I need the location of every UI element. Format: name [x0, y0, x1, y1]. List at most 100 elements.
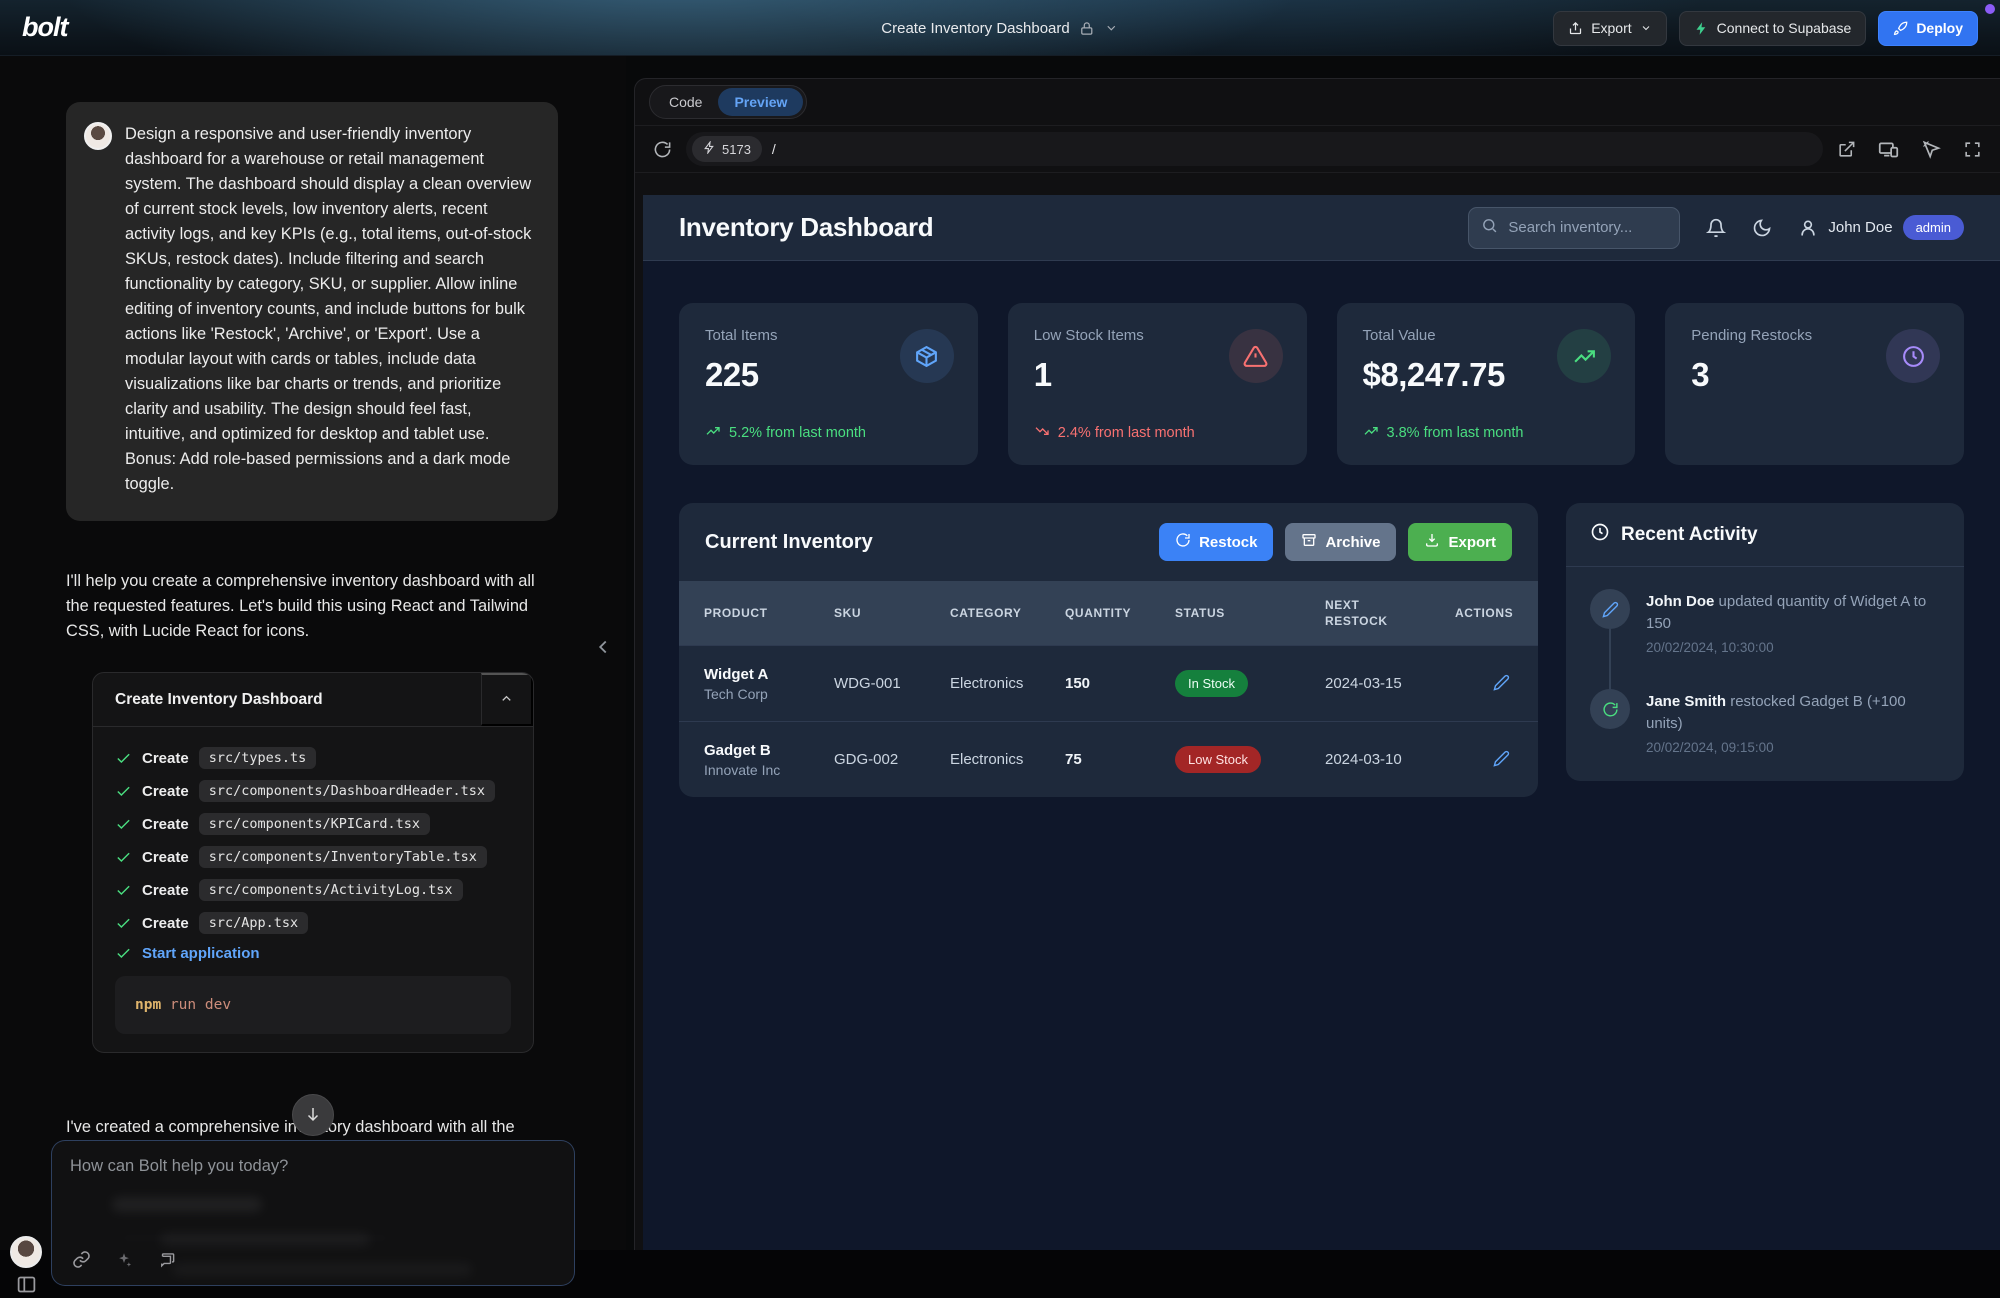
export-csv-button[interactable]: Export [1408, 523, 1512, 561]
chat-mode-icon[interactable] [157, 1250, 176, 1269]
start-application-row: Start application [115, 945, 511, 962]
chat-input-box[interactable] [51, 1140, 575, 1286]
file-path[interactable]: src/App.tsx [199, 912, 308, 934]
attach-link-icon[interactable] [72, 1250, 91, 1269]
package-icon [900, 329, 954, 383]
user-menu[interactable]: John Doe admin [1798, 215, 1964, 240]
check-icon [115, 783, 132, 800]
inventory-search-input[interactable] [1508, 219, 1658, 236]
file-path[interactable]: src/components/ActivityLog.tsx [199, 879, 463, 901]
ghost-text [112, 1197, 262, 1212]
notifications-bell-icon[interactable] [1706, 218, 1726, 238]
chevron-down-icon [1640, 22, 1652, 34]
chevron-left-icon [592, 646, 614, 661]
kpi-card-total-items: Total Items 225 5.2% from last month [679, 303, 978, 465]
refresh-icon [1175, 532, 1191, 552]
inventory-table-card: Current Inventory Restock Archive [679, 503, 1538, 797]
bolt-logo[interactable]: bolt [22, 12, 67, 43]
trend-up-icon [1363, 423, 1379, 443]
bolt-app: bolt Create Inventory Dashboard Export C… [0, 0, 2000, 1250]
inventory-search-box[interactable] [1468, 207, 1680, 249]
archive-button[interactable]: Archive [1285, 523, 1396, 561]
clock-icon [1590, 522, 1610, 547]
user-avatar [84, 122, 112, 150]
sparkles-icon[interactable] [115, 1251, 133, 1269]
assistant-intro-text: I'll help you create a comprehensive inv… [66, 569, 536, 644]
account-avatar[interactable] [10, 1236, 42, 1268]
app-preview: Inventory Dashboard John Doe admin [643, 195, 2000, 1250]
download-icon [1424, 532, 1440, 552]
user-icon [1798, 218, 1818, 238]
file-path[interactable]: src/components/KPICard.tsx [199, 813, 430, 835]
scroll-to-bottom-button[interactable] [292, 1094, 334, 1136]
plug-bolt-icon [703, 141, 716, 157]
project-title-group[interactable]: Create Inventory Dashboard [881, 0, 1118, 56]
file-action-row: Create src/components/KPICard.tsx [115, 813, 511, 835]
terminal-command-block: npm run dev [115, 976, 511, 1034]
check-icon [115, 750, 132, 767]
refresh-icon [1590, 689, 1630, 729]
export-button[interactable]: Export [1553, 11, 1666, 46]
check-icon [115, 945, 132, 962]
table-row[interactable]: Widget A Tech Corp WDG-001 Electronics 1… [679, 645, 1538, 721]
url-input[interactable]: 5173 / [686, 132, 1823, 166]
tab-code[interactable]: Code [653, 88, 718, 116]
pencil-icon [1493, 674, 1510, 694]
ghost-text [172, 1263, 472, 1276]
activity-item: Jane Smith restocked Gadget B (+100 unit… [1590, 689, 1940, 755]
dashboard-header: Inventory Dashboard John Doe admin [643, 195, 2000, 261]
project-title: Create Inventory Dashboard [881, 20, 1069, 37]
chat-panel: Design a responsive and user-friendly in… [0, 56, 626, 1250]
preview-address-bar: 5173 / [635, 125, 2000, 173]
connect-supabase-button[interactable]: Connect to Supabase [1679, 11, 1867, 46]
sidebar-toggle-button[interactable] [16, 1274, 37, 1298]
deploy-button[interactable]: Deploy [1878, 11, 1978, 46]
workbench-shell: Code Preview 5173 / [634, 78, 2000, 1250]
edit-row-button[interactable] [1493, 750, 1538, 770]
activity-title: Recent Activity [1621, 524, 1758, 546]
code-preview-toggle: Code Preview [649, 85, 807, 119]
dark-mode-moon-icon[interactable] [1752, 218, 1772, 238]
collapse-card-button[interactable] [481, 673, 533, 726]
chevron-up-icon [499, 691, 514, 709]
chevron-down-icon[interactable] [1105, 21, 1119, 35]
workbench-card-title: Create Inventory Dashboard [93, 691, 481, 709]
kpi-row: Total Items 225 5.2% from last month Low… [679, 303, 1964, 465]
kpi-card-pending-restocks: Pending Restocks 3 [1665, 303, 1964, 465]
start-application-link[interactable]: Start application [142, 945, 260, 962]
collapse-chat-button[interactable] [592, 636, 614, 661]
command-name: npm [135, 997, 161, 1013]
activity-item: John Doe updated quantity of Widget A to… [1590, 589, 1940, 689]
file-path[interactable]: src/types.ts [199, 747, 317, 769]
workbench-panel: Code Preview 5173 / [626, 56, 2000, 1250]
file-path[interactable]: src/components/DashboardHeader.tsx [199, 780, 495, 802]
file-path[interactable]: src/components/InventoryTable.tsx [199, 846, 487, 868]
user-prompt-text: Design a responsive and user-friendly in… [125, 122, 536, 497]
timeline-connector [1609, 629, 1611, 691]
port-pill[interactable]: 5173 [692, 136, 762, 162]
reload-icon[interactable] [653, 140, 672, 159]
view-tabbar: Code Preview [635, 79, 2000, 125]
topbar-actions: Export Connect to Supabase Deploy [1553, 0, 1978, 56]
search-icon [1481, 217, 1498, 239]
inventory-title: Current Inventory [705, 531, 873, 554]
table-row[interactable]: Gadget B Innovate Inc GDG-002 Electronic… [679, 721, 1538, 797]
kpi-card-low-stock: Low Stock Items 1 2.4% from last month [1008, 303, 1307, 465]
supabase-bolt-icon [1694, 21, 1709, 36]
ghost-text [160, 1233, 370, 1246]
edit-row-button[interactable] [1493, 674, 1538, 694]
workbench-card-header[interactable]: Create Inventory Dashboard [93, 673, 533, 727]
lock-icon [1080, 21, 1095, 36]
open-external-icon[interactable] [1837, 140, 1856, 159]
share-icon [1568, 21, 1583, 36]
role-badge: admin [1903, 215, 1964, 240]
file-action-row: Create src/App.tsx [115, 912, 511, 934]
check-icon [115, 849, 132, 866]
fullscreen-icon[interactable] [1963, 140, 1982, 159]
restock-button[interactable]: Restock [1159, 523, 1273, 561]
status-badge: In Stock [1175, 670, 1248, 697]
inspector-cursor-icon[interactable] [1921, 139, 1941, 159]
tab-preview[interactable]: Preview [718, 88, 803, 116]
devices-icon[interactable] [1878, 139, 1899, 160]
edit-icon [1590, 589, 1630, 629]
